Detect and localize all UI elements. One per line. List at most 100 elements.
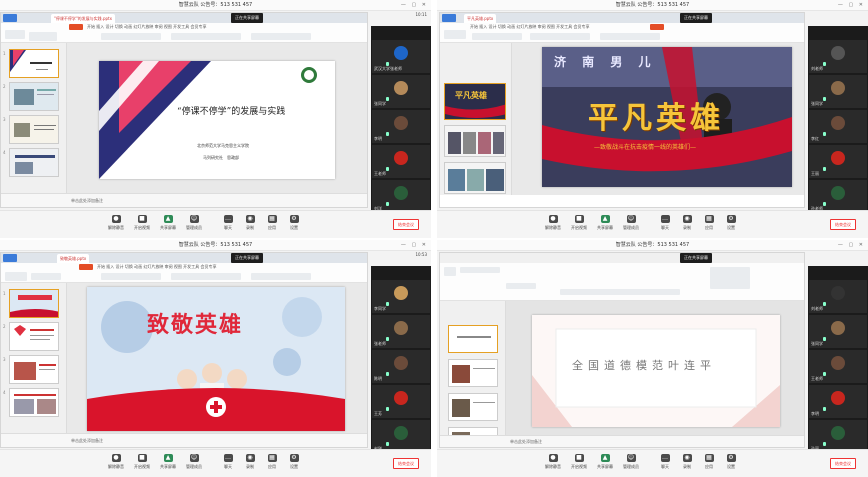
chat-button[interactable]: … 聊天 bbox=[216, 215, 240, 231]
participant-tile[interactable]: 张老师 bbox=[372, 315, 430, 348]
settings-button[interactable]: ⚙ 设置 bbox=[282, 215, 306, 231]
ribbon-tabs[interactable]: 开始 插入 设计 切换 动画 幻灯片放映 审阅 视图 开发工具 会员专享 bbox=[87, 24, 206, 30]
paragraph-controls[interactable] bbox=[530, 33, 590, 40]
apps-button[interactable]: ▦ 应用 bbox=[260, 454, 284, 470]
participant-tile[interactable]: 王老师 bbox=[372, 145, 430, 178]
apps-button[interactable]: ▦ 应用 bbox=[260, 215, 284, 231]
paste-button[interactable] bbox=[5, 272, 27, 281]
home-tab[interactable] bbox=[3, 254, 17, 262]
participant-tile[interactable]: 张同学 bbox=[809, 315, 867, 348]
paste-button[interactable] bbox=[5, 30, 25, 39]
record-button[interactable]: ◉ 录制 bbox=[675, 454, 699, 470]
drawing-controls[interactable] bbox=[710, 267, 750, 289]
unmute-button[interactable]: ● 解除静音 bbox=[104, 215, 128, 231]
thumbnail-1[interactable] bbox=[9, 289, 59, 318]
member-button[interactable] bbox=[650, 24, 664, 30]
record-button[interactable]: ◉ 录制 bbox=[675, 215, 699, 231]
participant-tile[interactable]: 孙老师 bbox=[809, 180, 867, 213]
font-controls[interactable] bbox=[101, 273, 161, 280]
start-tab[interactable] bbox=[69, 24, 83, 30]
participant-tile[interactable]: 张同学 bbox=[372, 75, 430, 108]
unmute-button[interactable]: ● 解除静音 bbox=[541, 215, 565, 231]
settings-button[interactable]: ⚙ 设置 bbox=[719, 215, 743, 231]
font-controls[interactable] bbox=[101, 33, 161, 40]
thumbnail-2[interactable] bbox=[9, 82, 59, 111]
apps-button[interactable]: ▦ 应用 bbox=[697, 454, 721, 470]
window-controls[interactable]: — ▢ ✕ bbox=[401, 240, 428, 251]
paragraph-controls[interactable] bbox=[560, 289, 680, 295]
notes-pane[interactable]: 单击此处添加备注 bbox=[1, 433, 367, 447]
participant-tile[interactable]: 刘洋 bbox=[372, 180, 430, 213]
new-slide-button[interactable] bbox=[29, 32, 57, 41]
paragraph-controls[interactable] bbox=[171, 33, 241, 40]
unmute-button[interactable]: ● 解除静音 bbox=[104, 454, 128, 470]
share-screen-button[interactable]: ▲ 共享屏幕 bbox=[593, 454, 617, 470]
thumbnail-3[interactable] bbox=[448, 393, 498, 421]
current-slide[interactable]: “停课不停学”的发展与实践 北京师范大学马克思主义学院 马列研究社 思政部 bbox=[99, 61, 335, 179]
thumbnail-3[interactable] bbox=[444, 162, 506, 194]
members-button[interactable]: ☺ 管理成员 bbox=[619, 454, 643, 470]
participant-tile[interactable]: 李同学 bbox=[372, 280, 430, 313]
unmute-button[interactable]: ● 解除静音 bbox=[541, 454, 565, 470]
members-button[interactable]: ☺ 管理成员 bbox=[619, 215, 643, 231]
settings-button[interactable]: ⚙ 设置 bbox=[719, 454, 743, 470]
end-meeting-button[interactable]: 结束会议 bbox=[393, 219, 419, 230]
thumbnail-2[interactable] bbox=[448, 359, 498, 387]
notes-pane[interactable]: 单击此处添加备注 bbox=[440, 435, 804, 447]
record-button[interactable]: ◉ 录制 bbox=[238, 215, 262, 231]
share-screen-button[interactable]: ▲ 共享屏幕 bbox=[156, 454, 180, 470]
notes-pane[interactable]: 单击此处添加备注 bbox=[1, 193, 367, 207]
current-slide[interactable]: 致敬英雄 bbox=[87, 287, 345, 431]
window-controls[interactable]: — ▢ ✕ bbox=[838, 0, 865, 11]
thumbnail-4[interactable] bbox=[9, 148, 59, 177]
apps-button[interactable]: ▦ 应用 bbox=[697, 215, 721, 231]
thumbnail-1[interactable] bbox=[9, 49, 59, 78]
participant-tile[interactable]: 王芳 bbox=[372, 385, 430, 418]
font-controls[interactable] bbox=[472, 33, 522, 40]
share-screen-button[interactable]: ▲ 共享屏幕 bbox=[156, 215, 180, 231]
paste-button[interactable] bbox=[444, 30, 466, 39]
chat-button[interactable]: … 聊天 bbox=[653, 454, 677, 470]
ribbon-tabs[interactable]: 开始 插入 设计 切换 动画 幻灯片放映 审阅 视图 开发工具 会员专享 bbox=[97, 264, 216, 270]
participant-tile[interactable]: 王老师 bbox=[809, 350, 867, 383]
document-tab[interactable]: 致敬英雄.pptx bbox=[57, 254, 90, 263]
participant-tile[interactable]: 张同学 bbox=[809, 75, 867, 108]
participant-tile[interactable]: 武汉大学张老师 bbox=[372, 40, 430, 73]
participant-tile[interactable]: 李明 bbox=[809, 385, 867, 418]
home-tab[interactable] bbox=[442, 14, 456, 22]
thumbnail-4[interactable] bbox=[9, 388, 59, 417]
thumbnail-3[interactable] bbox=[9, 355, 59, 384]
current-slide[interactable]: 济 南 男 儿 平凡英雄 —致敬战斗在抗击疫情一线的英雄们— bbox=[542, 47, 792, 187]
participant-tile[interactable]: 刘老师 bbox=[809, 280, 867, 313]
video-button[interactable]: ■ 开启视频 bbox=[130, 215, 154, 231]
drawing-controls[interactable] bbox=[251, 273, 311, 280]
thumbnail-3[interactable] bbox=[9, 115, 59, 144]
ribbon-tabs[interactable]: 开始 插入 设计 切换 动画 幻灯片放映 审阅 视图 开发工具 会员专享 bbox=[470, 24, 589, 30]
font-controls[interactable] bbox=[460, 267, 500, 273]
drawing-controls[interactable] bbox=[251, 33, 311, 40]
video-button[interactable]: ■ 开启视频 bbox=[567, 454, 591, 470]
thumbnail-1[interactable]: 平凡英雄 bbox=[444, 83, 506, 120]
chat-button[interactable]: … 聊天 bbox=[653, 215, 677, 231]
share-screen-button[interactable]: ▲ 共享屏幕 bbox=[593, 215, 617, 231]
thumbnail-1[interactable] bbox=[448, 325, 498, 353]
window-controls[interactable]: — ▢ ✕ bbox=[838, 240, 865, 251]
members-button[interactable]: ☺ 管理成员 bbox=[182, 215, 206, 231]
settings-button[interactable]: ⚙ 设置 bbox=[282, 454, 306, 470]
chat-button[interactable]: … 聊天 bbox=[216, 454, 240, 470]
end-meeting-button[interactable]: 结束会议 bbox=[830, 219, 856, 230]
participant-tile[interactable]: 刘老师 bbox=[809, 40, 867, 73]
participant-tile[interactable]: 陈明 bbox=[372, 350, 430, 383]
format-controls[interactable] bbox=[506, 283, 536, 289]
thumbnail-2[interactable] bbox=[9, 322, 59, 351]
current-slide[interactable]: 全国道德模范叶连平 bbox=[532, 315, 780, 427]
members-button[interactable]: ☺ 管理成员 bbox=[182, 454, 206, 470]
participant-tile[interactable]: 李红 bbox=[809, 110, 867, 143]
thumbnail-2[interactable] bbox=[444, 125, 506, 157]
start-tab[interactable] bbox=[79, 264, 93, 270]
window-controls[interactable]: — ▢ ✕ bbox=[401, 0, 428, 11]
paste-button[interactable] bbox=[444, 267, 456, 276]
drawing-controls[interactable] bbox=[600, 33, 660, 40]
record-button[interactable]: ◉ 录制 bbox=[238, 454, 262, 470]
video-button[interactable]: ■ 开启视频 bbox=[130, 454, 154, 470]
